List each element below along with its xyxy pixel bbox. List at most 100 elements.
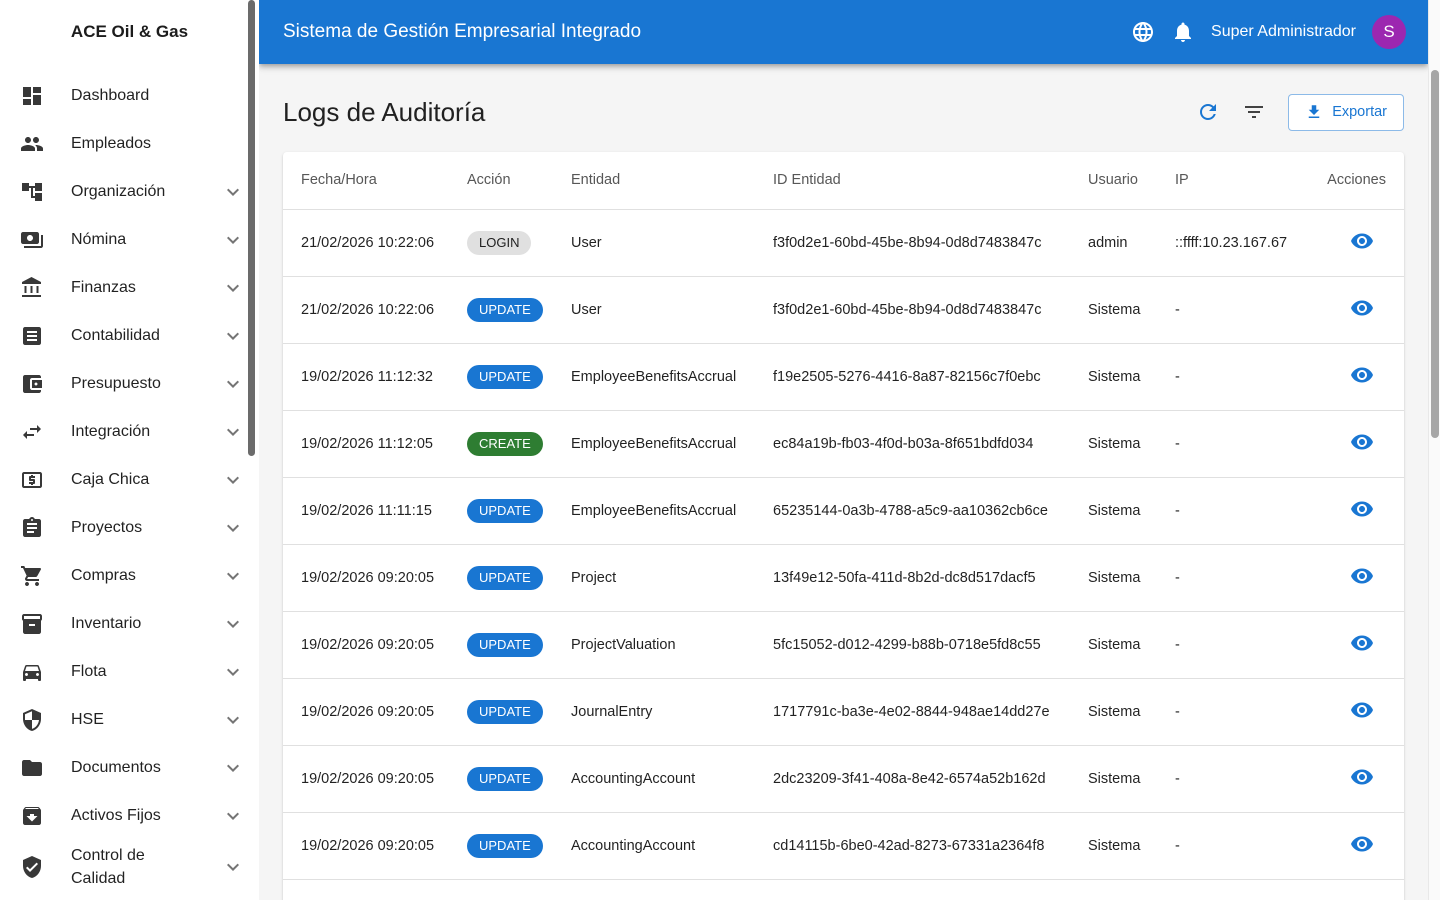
view-details-button[interactable]	[1350, 698, 1374, 722]
cash-register-icon	[20, 468, 44, 492]
sidebar-item-hse[interactable]: HSE	[0, 696, 259, 744]
table-row: 19/02/2026 09:20:05 UPDATE Project 13f49…	[283, 544, 1404, 612]
table-row: 19/02/2026 11:11:15 UPDATE EmployeeBenef…	[283, 477, 1404, 545]
eye-icon	[1350, 430, 1374, 454]
view-details-button[interactable]	[1350, 430, 1374, 454]
sidebar-item-contabilidad[interactable]: Contabilidad	[0, 312, 259, 360]
sidebar-item-finanzas[interactable]: Finanzas	[0, 264, 259, 312]
sidebar-item-control-de-calidad[interactable]: Control de Calidad	[0, 840, 259, 894]
cell-entity: ProjectValuation	[555, 611, 757, 679]
swap-arrows-icon	[20, 420, 44, 444]
shield-check-icon	[20, 855, 44, 879]
language-button[interactable]	[1123, 12, 1163, 52]
cell-user: Sistema	[1072, 276, 1159, 344]
sidebar-item-proyectos[interactable]: Proyectos	[0, 504, 259, 552]
chevron-down-icon	[221, 708, 245, 732]
view-details-button[interactable]	[1350, 765, 1374, 789]
column-header-5: IP	[1159, 152, 1307, 210]
cell-ip: -	[1159, 544, 1307, 612]
cell-entity: EmployeeBenefitsAccrual	[555, 477, 757, 545]
sidebar-item-label: Finanzas	[71, 279, 136, 297]
cell-datetime: 19/02/2026 09:20:05	[283, 611, 451, 679]
sidebar-nav: Dashboard Empleados Organización Nómina …	[0, 64, 259, 894]
cell-actions	[1307, 678, 1404, 746]
view-details-button[interactable]	[1350, 832, 1374, 856]
view-details-button[interactable]	[1350, 564, 1374, 588]
cell-entity-id: f3f0d2e1-60bd-45be-8b94-0d8d7483847c	[757, 209, 1072, 277]
table-row: 21/02/2026 10:22:06 UPDATE User f3f0d2e1…	[283, 276, 1404, 344]
sidebar-item-inventario[interactable]: Inventario	[0, 600, 259, 648]
cell-ip: -	[1159, 611, 1307, 679]
main-column: Sistema de Gestión Empresarial Integrado…	[259, 0, 1428, 900]
cell-entity: JournalEntry	[555, 678, 757, 746]
notifications-button[interactable]	[1163, 12, 1203, 52]
cell-actions	[1307, 276, 1404, 344]
sidebar-item-label: Documentos	[71, 759, 161, 777]
cell-ip: -	[1159, 745, 1307, 813]
cell-actions	[1307, 477, 1404, 545]
user-name: Super Administrador	[1211, 23, 1356, 40]
sidebar-item-empleados[interactable]: Empleados	[0, 120, 259, 168]
sidebar-item-documentos[interactable]: Documentos	[0, 744, 259, 792]
app-root: ACE Oil & Gas Dashboard Empleados Organi…	[0, 0, 1440, 900]
filter-button[interactable]	[1234, 92, 1274, 132]
cell-actions	[1307, 611, 1404, 679]
chevron-down-icon	[221, 468, 245, 492]
view-details-button[interactable]	[1350, 497, 1374, 521]
table-row: 19/02/2026 09:20:05 UPDATE JournalEntry …	[283, 678, 1404, 746]
sidebar-item-organizacion[interactable]: Organización	[0, 168, 259, 216]
sidebar-item-label: HSE	[71, 711, 104, 729]
cell-entity-id: 5fc15052-d012-4299-b88b-0718e5fd8c55	[757, 611, 1072, 679]
cell-ip: -	[1159, 812, 1307, 880]
action-chip: UPDATE	[467, 565, 543, 590]
view-details-button[interactable]	[1350, 296, 1374, 320]
view-details-button[interactable]	[1350, 363, 1374, 387]
avatar[interactable]: S	[1372, 15, 1406, 49]
column-header-3: ID Entidad	[757, 152, 1072, 210]
view-details-button[interactable]	[1350, 631, 1374, 655]
view-details-button[interactable]	[1350, 229, 1374, 253]
sidebar-item-label: Caja Chica	[71, 471, 150, 489]
cell-entity: Project	[555, 544, 757, 612]
cell-action: UPDATE	[451, 745, 555, 813]
cell-ip: -	[1159, 678, 1307, 746]
eye-icon	[1350, 832, 1374, 856]
table-row: 19/02/2026 11:12:32 UPDATE EmployeeBenef…	[283, 343, 1404, 411]
people-icon	[20, 132, 44, 156]
action-chip: LOGIN	[467, 230, 532, 255]
cell-entity-id: f3f0d2e1-60bd-45be-8b94-0d8d7483847c	[757, 276, 1072, 344]
sidebar-scrollbar-thumb[interactable]	[248, 0, 255, 456]
cell-datetime: 19/02/2026 11:12:05	[283, 410, 451, 478]
sidebar-item-dashboard[interactable]: Dashboard	[0, 72, 259, 120]
cell-action: CREATE	[451, 410, 555, 478]
cell-entity-id: 2dc23209-3f41-408a-8e42-6574a52b162d	[757, 745, 1072, 813]
chevron-down-icon	[221, 228, 245, 252]
bank-icon	[20, 276, 44, 300]
column-header-0: Fecha/Hora	[283, 152, 451, 210]
cell-entity-id: 1717791c-ba3e-4e02-8844-948ae14dd27e	[757, 678, 1072, 746]
chevron-down-icon	[221, 855, 245, 879]
export-button[interactable]: Exportar	[1288, 93, 1404, 131]
cell-actions	[1307, 812, 1404, 880]
sidebar-item-compras[interactable]: Compras	[0, 552, 259, 600]
sidebar-item-label: Organización	[71, 183, 166, 201]
sidebar-item-presupuesto[interactable]: Presupuesto	[0, 360, 259, 408]
audit-log-table: Fecha/Hora Acción Entidad ID Entidad Usuario…	[283, 152, 1404, 880]
archive-icon	[20, 804, 44, 828]
eye-icon	[1350, 631, 1374, 655]
action-chip: UPDATE	[467, 833, 543, 858]
cell-entity-id: ec84a19b-fb03-4f0d-b03a-8f651bdfd034	[757, 410, 1072, 478]
action-chip: UPDATE	[467, 498, 543, 523]
sidebar-item-caja-chica[interactable]: Caja Chica	[0, 456, 259, 504]
page-scrollbar[interactable]	[1428, 0, 1440, 900]
refresh-button[interactable]	[1188, 92, 1228, 132]
cell-actions	[1307, 544, 1404, 612]
app-title: Sistema de Gestión Empresarial Integrado	[283, 21, 642, 42]
sidebar-item-nomina[interactable]: Nómina	[0, 216, 259, 264]
sidebar-item-integracion[interactable]: Integración	[0, 408, 259, 456]
sidebar-item-flota[interactable]: Flota	[0, 648, 259, 696]
page-scrollbar-thumb[interactable]	[1431, 70, 1439, 438]
page-title: Logs de Auditoría	[283, 96, 486, 127]
table-header-row: Fecha/Hora Acción Entidad ID Entidad Usuario…	[283, 152, 1404, 210]
sidebar-item-activos-fijos[interactable]: Activos Fijos	[0, 792, 259, 840]
